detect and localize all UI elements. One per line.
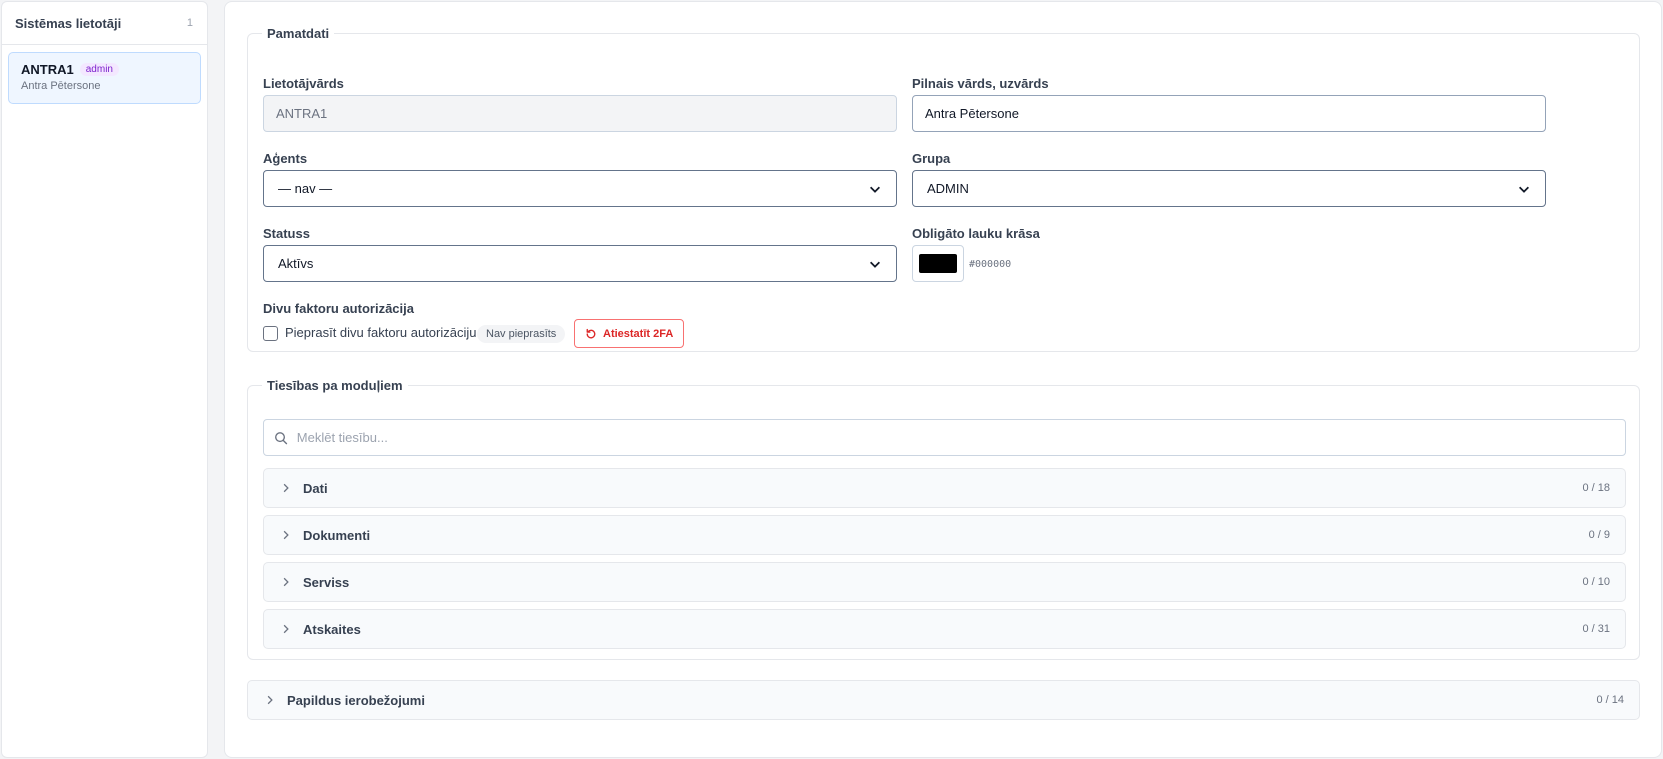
users-sidebar: Sistēmas lietotāji 1 ANTRA1 admin Antra … (1, 1, 208, 758)
user-editor-panel: Pamatdati Lietotājvārds Pilnais vārds, u… (224, 1, 1662, 758)
full-name-label: Pilnais vārds, uzvārds (912, 76, 1049, 91)
module-count: 0 / 9 (1588, 529, 1610, 541)
status-select-value: Aktīvs (278, 256, 314, 271)
chevron-right-icon (283, 624, 289, 634)
user-count: 1 (186, 17, 193, 29)
chevron-down-icon (870, 261, 880, 268)
module-row-atskaites[interactable]: Atskaites 0 / 31 (263, 609, 1626, 649)
twofa-status-badge: Nav pieprasīts (477, 325, 566, 343)
chevron-right-icon (283, 577, 289, 587)
color-preview (919, 254, 957, 273)
color-picker[interactable] (912, 245, 964, 282)
user-list-item[interactable]: ANTRA1 admin Antra Pētersone (8, 52, 201, 104)
group-label: Grupa (912, 151, 951, 166)
user-username: ANTRA1 (21, 62, 74, 77)
extra-restrictions-label: Papildus ierobežojumi (287, 692, 425, 708)
agent-select-value: — nav — (278, 181, 333, 196)
extra-restrictions-count: 0 / 14 (1596, 694, 1624, 706)
permission-search-input[interactable] (296, 430, 1615, 445)
reset-icon (586, 328, 596, 338)
required-color-label: Obligāto lauku krāsa (912, 226, 1040, 241)
basic-data-legend: Pamatdati (267, 26, 330, 41)
chevron-right-icon (267, 695, 273, 705)
twofa-checkbox[interactable] (263, 326, 278, 341)
module-count: 0 / 18 (1582, 482, 1610, 494)
group-select[interactable]: ADMIN (912, 170, 1546, 207)
module-row-serviss[interactable]: Serviss 0 / 10 (263, 562, 1626, 602)
twofa-checkbox-label[interactable]: Pieprasīt divu faktoru autorizāciju (285, 325, 476, 340)
reset-2fa-label: Atiestatīt 2FA (603, 327, 674, 340)
chevron-down-icon (1519, 186, 1529, 193)
user-full-name: Antra Pētersone (21, 80, 101, 92)
extra-restrictions-row[interactable]: Papildus ierobežojumi 0 / 14 (247, 680, 1640, 720)
agent-label: Aģents (263, 151, 308, 166)
basic-data-section: Pamatdati Lietotājvārds Pilnais vārds, u… (247, 26, 1640, 352)
module-label: Dati (303, 480, 328, 496)
status-select[interactable]: Aktīvs (263, 245, 897, 282)
module-count: 0 / 31 (1582, 623, 1610, 635)
module-label: Atskaites (303, 621, 361, 637)
module-row-dati[interactable]: Dati 0 / 18 (263, 468, 1626, 508)
color-hex-value: #000000 (969, 259, 1012, 270)
permissions-legend: Tiesības pa moduļiem (267, 378, 403, 393)
reset-2fa-button[interactable]: Atiestatīt 2FA (574, 319, 685, 348)
module-count: 0 / 10 (1582, 576, 1610, 588)
module-label: Serviss (303, 574, 350, 590)
chevron-right-icon (283, 530, 289, 540)
user-role-badge: admin (79, 63, 119, 76)
chevron-down-icon (870, 186, 880, 193)
search-icon (275, 431, 288, 444)
sidebar-header: Sistēmas lietotāji 1 (2, 2, 207, 45)
twofa-label: Divu faktoru autorizācija (263, 301, 414, 316)
group-select-value: ADMIN (927, 181, 969, 196)
permissions-section: Tiesības pa moduļiem Dati 0 / 18 Dokumen… (247, 378, 1640, 660)
username-label: Lietotājvārds (263, 76, 344, 91)
username-input[interactable] (263, 95, 897, 132)
permission-search[interactable] (263, 419, 1626, 456)
module-row-dokumenti[interactable]: Dokumenti 0 / 9 (263, 515, 1626, 555)
chevron-right-icon (283, 483, 289, 493)
sidebar-title: Sistēmas lietotāji (15, 15, 122, 31)
agent-select[interactable]: — nav — (263, 170, 897, 207)
status-label: Statuss (263, 226, 310, 241)
full-name-input[interactable] (912, 95, 1546, 132)
module-label: Dokumenti (303, 527, 371, 543)
